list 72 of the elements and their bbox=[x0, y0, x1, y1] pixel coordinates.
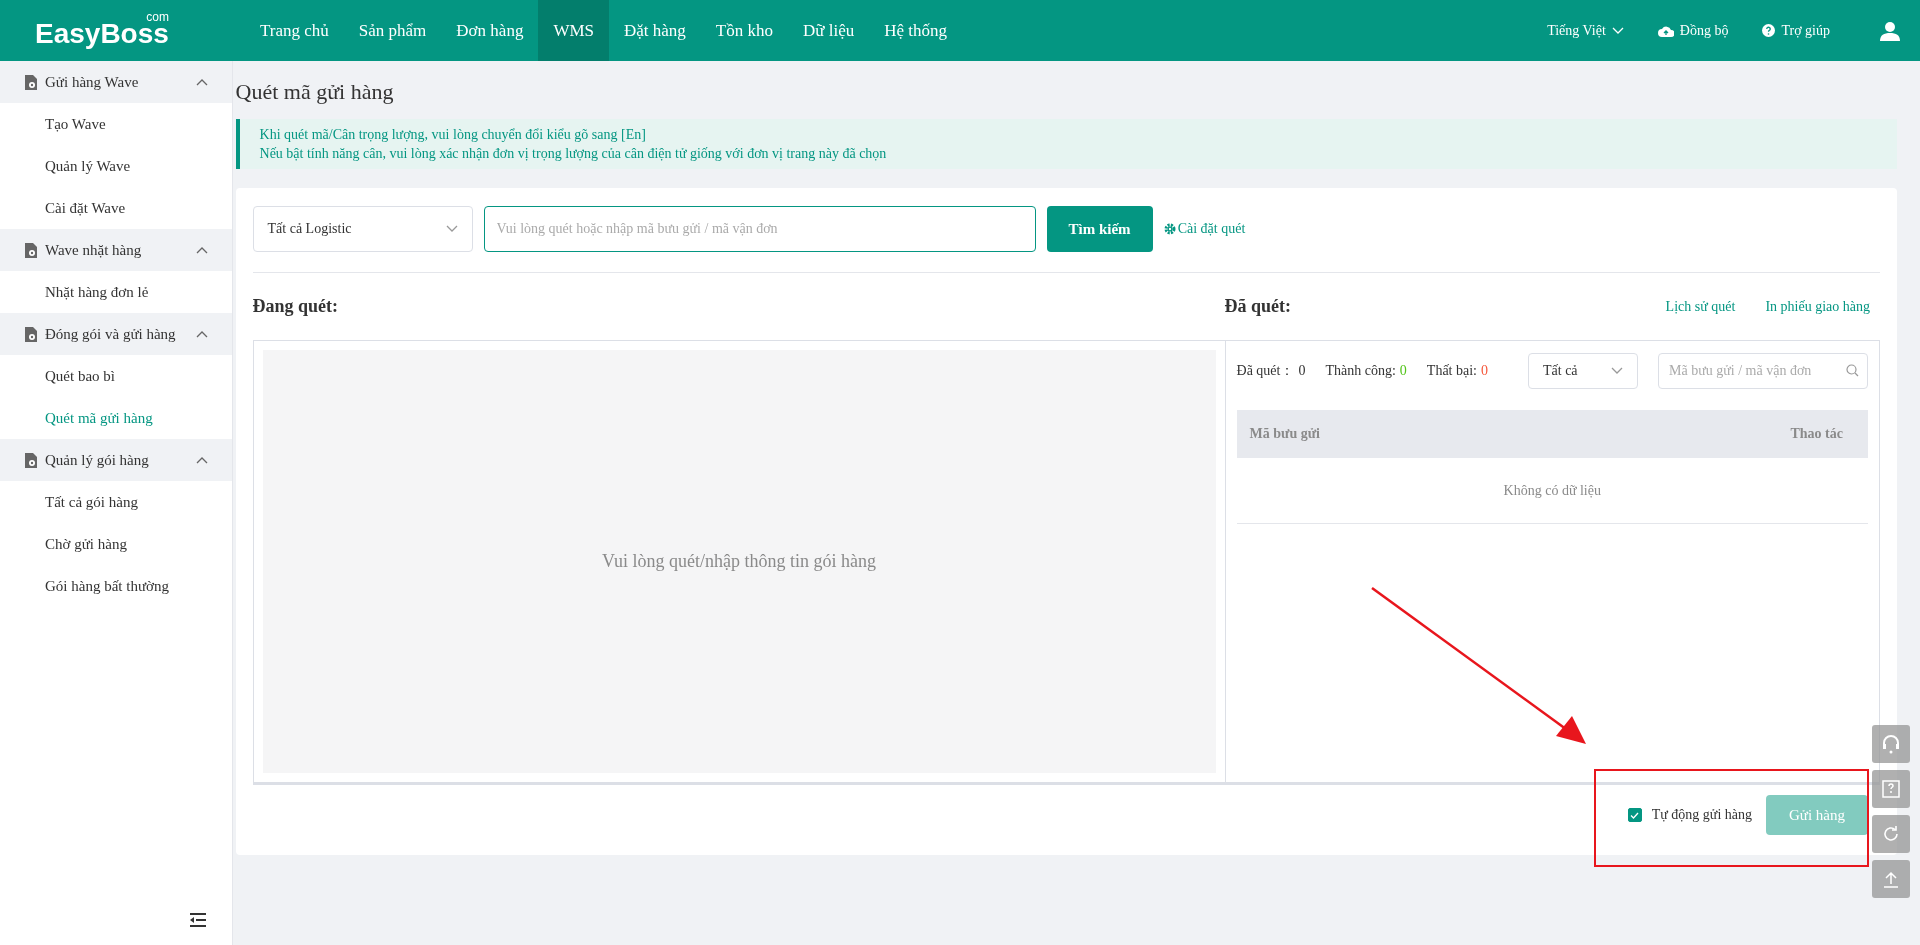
nav-tab[interactable]: Dữ liệu bbox=[788, 0, 870, 61]
sidebar-group[interactable]: Gửi hàng Wave bbox=[0, 61, 232, 103]
column-header: Mã bưu gửi bbox=[1249, 426, 1320, 442]
chevron-down-icon bbox=[1611, 367, 1623, 375]
logistics-select[interactable]: Tất cả Logistic bbox=[252, 206, 473, 252]
status-select[interactable]: Tất cả bbox=[1528, 353, 1638, 389]
upload-arrow-icon bbox=[1882, 870, 1900, 888]
gear-icon bbox=[1163, 223, 1176, 235]
sidebar-item[interactable]: Cài đặt Wave bbox=[0, 187, 232, 229]
document-gear-icon bbox=[24, 326, 37, 342]
guide-button[interactable] bbox=[1872, 770, 1910, 808]
sidebar-item[interactable]: Gói hàng bất thường bbox=[0, 565, 232, 607]
chevron-up-icon bbox=[195, 78, 208, 86]
nav-tab[interactable]: Đơn hàng bbox=[441, 0, 539, 61]
stat-text: Đã quét： 0 bbox=[1236, 362, 1306, 380]
nav-tab[interactable]: Hệ thống bbox=[869, 0, 963, 61]
document-gear-icon bbox=[24, 242, 37, 258]
sidebar-item[interactable]: Quét mã gửi hàng bbox=[0, 397, 232, 439]
chevron-down-icon bbox=[445, 225, 458, 233]
sidebar-item[interactable]: Chờ gửi hàng bbox=[0, 523, 232, 565]
logo[interactable]: EasyBoss com bbox=[35, 11, 169, 49]
user-icon[interactable] bbox=[1880, 20, 1900, 41]
sidebar-item[interactable]: Nhặt hàng đơn lẻ bbox=[0, 271, 232, 313]
document-gear-icon bbox=[24, 74, 37, 90]
section-title: Đang quét: bbox=[252, 296, 339, 317]
nav-tab[interactable]: Đặt hàng bbox=[609, 0, 701, 61]
back-to-top-button[interactable] bbox=[1872, 860, 1910, 898]
nav-tab[interactable]: Trang chủ bbox=[245, 0, 344, 61]
help-link[interactable]: Trợ giúp bbox=[1762, 22, 1830, 39]
headset-icon bbox=[1881, 734, 1901, 754]
sidebar-item[interactable]: Quét bao bì bbox=[0, 355, 232, 397]
nav-tab[interactable]: Tồn kho bbox=[700, 0, 788, 61]
empty-table-message: Không có dữ liệu bbox=[1503, 482, 1601, 499]
empty-message: Vui lòng quét/nhập thông tin gói hàng bbox=[602, 551, 876, 572]
sidebar-item[interactable]: Quản lý Wave bbox=[0, 145, 232, 187]
sidebar-group[interactable]: Đóng gói và gửi hàng bbox=[0, 313, 232, 355]
search-button[interactable]: Tìm kiếm bbox=[1046, 206, 1153, 252]
sidebar-group[interactable]: Wave nhặt hàng bbox=[0, 229, 232, 271]
sidebar-item[interactable]: Tạo Wave bbox=[0, 103, 232, 145]
language-dropdown[interactable]: Tiếng Việt bbox=[1547, 22, 1624, 39]
refresh-button[interactable] bbox=[1872, 815, 1910, 853]
nav-tab[interactable]: Sản phẩm bbox=[343, 0, 442, 61]
support-button[interactable] bbox=[1872, 725, 1910, 763]
sidebar-group[interactable]: Quản lý gói hàng bbox=[0, 439, 232, 481]
header-link[interactable]: In phiếu giao hàng bbox=[1765, 298, 1870, 315]
nav-tab[interactable]: WMS bbox=[538, 0, 609, 61]
chevron-up-icon bbox=[195, 330, 208, 338]
scan-input-field[interactable]: Vui lòng quét hoặc nhập mã bưu gửi / mã vận đơn bbox=[483, 206, 1036, 252]
help-icon bbox=[1762, 24, 1776, 37]
chevron-up-icon bbox=[195, 456, 208, 464]
sync-link[interactable]: Đồng bộ bbox=[1657, 22, 1729, 39]
filter-search-field[interactable]: Mã bưu gửi / mã vận đơn bbox=[1658, 353, 1868, 389]
stat-text: Thất bại: 0 bbox=[1426, 363, 1488, 379]
scan-settings-link[interactable]: Cài đặt quét bbox=[1163, 221, 1246, 237]
cloud-upload-icon bbox=[1657, 24, 1674, 37]
checkmark-icon bbox=[1630, 811, 1640, 819]
search-icon bbox=[1846, 364, 1859, 377]
refresh-icon bbox=[1882, 825, 1900, 843]
header-link[interactable]: Lịch sử quét bbox=[1665, 298, 1736, 315]
page-title: Quét mã gửi hàng bbox=[235, 79, 395, 105]
checkbox-label: Tự động gửi hàng bbox=[1651, 807, 1752, 823]
chevron-up-icon bbox=[195, 246, 208, 254]
checkbox[interactable] bbox=[1627, 808, 1642, 822]
stat-text: Thành công: 0 bbox=[1325, 363, 1407, 379]
document-gear-icon bbox=[24, 452, 37, 468]
sidebar-item[interactable]: Tất cả gói hàng bbox=[0, 481, 232, 523]
column-header: Thao tác bbox=[1790, 426, 1843, 442]
section-title: Đã quét: bbox=[1224, 296, 1292, 317]
notice-banner: Khi quét mã/Cân trọng lượng, vui lòng chuyển đổi kiểu gõ sang [En] Nếu bật tính năng cân, vui lòng xác nhận đơn vị trọng lượng của cân điện tử giống với đơn vị trang này đã chọn bbox=[235, 119, 1897, 169]
question-book-icon bbox=[1881, 779, 1901, 799]
chevron-down-icon bbox=[1611, 26, 1624, 35]
collapse-menu-icon[interactable] bbox=[189, 913, 206, 927]
